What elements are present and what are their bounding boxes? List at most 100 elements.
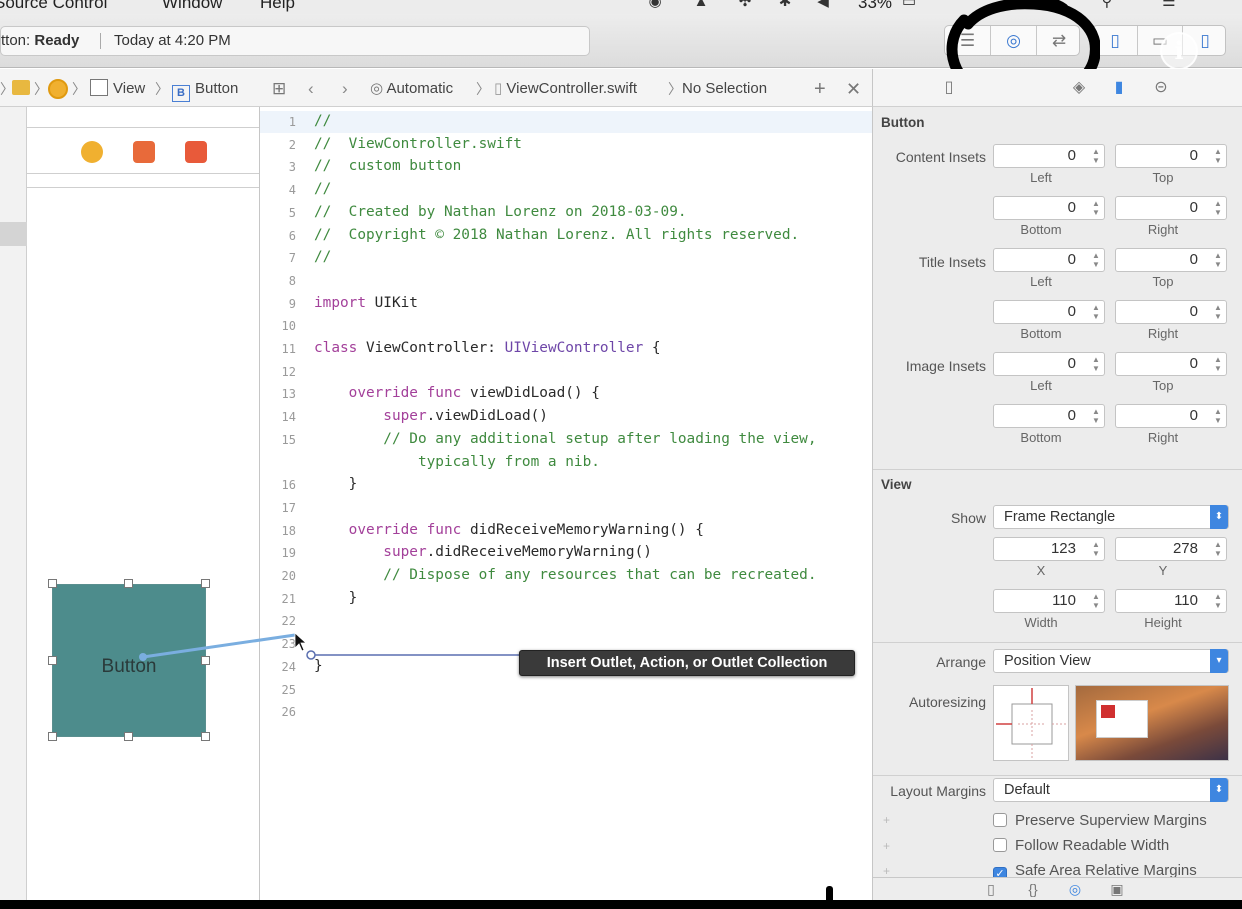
identity-inspector-icon[interactable]: ◈ — [1069, 78, 1089, 98]
spotlight-icon[interactable]: ⚲ — [1098, 0, 1116, 10]
image-inset-left-field[interactable]: 0 ▲ ▼ — [993, 352, 1105, 376]
resize-handle[interactable] — [124, 579, 133, 588]
first-responder-icon[interactable] — [133, 141, 155, 163]
stepper[interactable]: ▲ ▼ — [1090, 251, 1102, 269]
preserve-superview-margins-checkbox[interactable]: Preserve Superview Margins — [993, 812, 1207, 829]
code-line[interactable]: import UIKit — [314, 295, 418, 311]
resize-handle[interactable] — [48, 579, 57, 588]
code-line[interactable]: // — [314, 113, 331, 129]
jumpbar-file[interactable]: ▯ ViewController.swift — [494, 79, 637, 99]
content-inset-bottom-field[interactable]: 0 ▲ ▼ — [993, 196, 1105, 220]
code-line[interactable]: } — [314, 476, 358, 492]
code-line[interactable]: // Do any additional setup after loading… — [314, 431, 816, 447]
view-controller-scene[interactable]: Button — [27, 107, 259, 900]
media-library-icon[interactable]: ▣ — [1107, 879, 1127, 899]
stepper[interactable]: ▲ ▼ — [1212, 303, 1224, 321]
stepper[interactable]: ▲ ▼ — [1212, 251, 1224, 269]
code-line[interactable]: // Created by Nathan Lorenz on 2018-03-0… — [314, 204, 687, 220]
resize-handle[interactable] — [201, 732, 210, 741]
stepper[interactable]: ▲ ▼ — [1212, 407, 1224, 425]
stepper[interactable]: ▲ ▼ — [1212, 147, 1224, 165]
code-line[interactable]: // custom button — [314, 158, 461, 174]
menu-window[interactable]: Window — [162, 0, 222, 13]
back-icon[interactable]: ‹ — [308, 79, 314, 99]
title-inset-left-field[interactable]: 0 ▲ ▼ — [993, 248, 1105, 272]
layout-margins-popup[interactable]: Default ⬍ — [993, 778, 1229, 802]
stepper[interactable]: ▲ ▼ — [1090, 407, 1102, 425]
y-field[interactable]: 278 ▲ ▼ — [1115, 537, 1227, 561]
forward-icon[interactable]: › — [342, 79, 348, 99]
resize-handle[interactable] — [201, 656, 210, 665]
jumpbar-selection[interactable]: No Selection — [682, 79, 767, 99]
code-line[interactable]: typically from a nib. — [314, 454, 600, 470]
object-library-icon[interactable]: ◎ — [1065, 879, 1085, 899]
breadcrumb-button[interactable]: B Button — [172, 79, 238, 102]
resize-handle[interactable] — [124, 732, 133, 741]
related-items-icon[interactable]: ⊞ — [272, 79, 286, 99]
folder-icon[interactable] — [12, 79, 30, 99]
custom-button[interactable]: Button — [52, 584, 206, 737]
stepper[interactable]: ▲ ▼ — [1090, 592, 1102, 610]
view-controller-icon[interactable] — [48, 79, 68, 99]
status-icon-circle[interactable]: ◉ — [646, 0, 664, 10]
notification-icon[interactable]: ☰ — [1160, 0, 1178, 10]
title-inset-right-field[interactable]: 0 ▲ ▼ — [1115, 300, 1227, 324]
code-line[interactable]: // — [314, 249, 331, 265]
content-inset-top-field[interactable]: 0 ▲ ▼ — [1115, 144, 1227, 168]
stepper[interactable]: ▲ ▼ — [1090, 147, 1102, 165]
connections-inspector-icon[interactable]: ⊝ — [1151, 78, 1171, 98]
stepper[interactable]: ▲ ▼ — [1090, 303, 1102, 321]
code-line[interactable]: override func didReceiveMemoryWarning() … — [314, 522, 704, 538]
document-outline[interactable] — [0, 107, 27, 900]
content-inset-left-field[interactable]: 0 ▲ ▼ — [993, 144, 1105, 168]
stepper[interactable]: ▲ ▼ — [1212, 355, 1224, 373]
file-inspector-icon[interactable]: ▯ — [939, 78, 959, 98]
code-line[interactable]: // ViewController.swift — [314, 136, 522, 152]
status-icon-sync[interactable]: ✣ — [736, 0, 754, 10]
stepper[interactable]: ▲ ▼ — [1212, 592, 1224, 610]
code-line[interactable]: class ViewController: UIViewController { — [314, 340, 661, 356]
status-icon-user[interactable]: ▲ — [692, 0, 710, 10]
code-line[interactable]: // Dispose of any resources that can be … — [314, 567, 816, 583]
file-template-icon[interactable]: ▯ — [981, 879, 1001, 899]
add-variation-icon[interactable]: + — [883, 839, 890, 853]
x-field[interactable]: 123 ▲ ▼ — [993, 537, 1105, 561]
autoresizing-mask-editor[interactable] — [993, 685, 1069, 761]
add-editor-icon[interactable]: + — [814, 79, 826, 99]
height-field[interactable]: 110 ▲ ▼ — [1115, 589, 1227, 613]
close-editor-icon[interactable]: ✕ — [846, 79, 861, 99]
width-field[interactable]: 110 ▲ ▼ — [993, 589, 1105, 613]
stepper[interactable]: ▲ ▼ — [1212, 199, 1224, 217]
code-line[interactable]: } — [314, 658, 323, 674]
code-line[interactable]: } — [314, 590, 358, 606]
info-icon[interactable]: i — [1160, 32, 1198, 70]
content-inset-right-field[interactable]: 0 ▲ ▼ — [1115, 196, 1227, 220]
code-line[interactable]: super.didReceiveMemoryWarning() — [314, 544, 652, 560]
menu-help[interactable]: Help — [260, 0, 295, 13]
stepper[interactable]: ▲ ▼ — [1212, 540, 1224, 558]
image-inset-right-field[interactable]: 0 ▲ ▼ — [1115, 404, 1227, 428]
code-snippet-icon[interactable]: {} — [1023, 879, 1043, 899]
stepper[interactable]: ▲ ▼ — [1090, 199, 1102, 217]
show-popup[interactable]: Frame Rectangle ⬍ — [993, 505, 1229, 529]
code-line[interactable]: // — [314, 181, 331, 197]
stepper[interactable]: ▲ ▼ — [1090, 540, 1102, 558]
resize-handle[interactable] — [48, 656, 57, 665]
outline-selection[interactable] — [0, 222, 27, 246]
battery-icon[interactable]: ▭ — [900, 0, 918, 10]
title-inset-top-field[interactable]: 0 ▲ ▼ — [1115, 248, 1227, 272]
source-editor[interactable]: 1 // 2 // ViewController.swift 3 // custom bu… — [260, 107, 872, 900]
bluetooth-icon[interactable]: ✱ — [776, 0, 794, 10]
attributes-inspector-icon[interactable]: ▮ — [1109, 78, 1129, 98]
add-variation-icon[interactable]: + — [883, 864, 890, 878]
title-inset-bottom-field[interactable]: 0 ▲ ▼ — [993, 300, 1105, 324]
add-variation-icon[interactable]: + — [883, 813, 890, 827]
resize-handle[interactable] — [48, 732, 57, 741]
volume-icon[interactable]: ◀ — [814, 0, 832, 10]
resize-handle[interactable] — [201, 579, 210, 588]
follow-readable-width-checkbox[interactable]: Follow Readable Width — [993, 837, 1169, 854]
storyboard-canvas[interactable]: Button — [0, 107, 260, 900]
arrange-popup[interactable]: Position View ▾ — [993, 649, 1229, 673]
image-inset-top-field[interactable]: 0 ▲ ▼ — [1115, 352, 1227, 376]
image-inset-bottom-field[interactable]: 0 ▲ ▼ — [993, 404, 1105, 428]
